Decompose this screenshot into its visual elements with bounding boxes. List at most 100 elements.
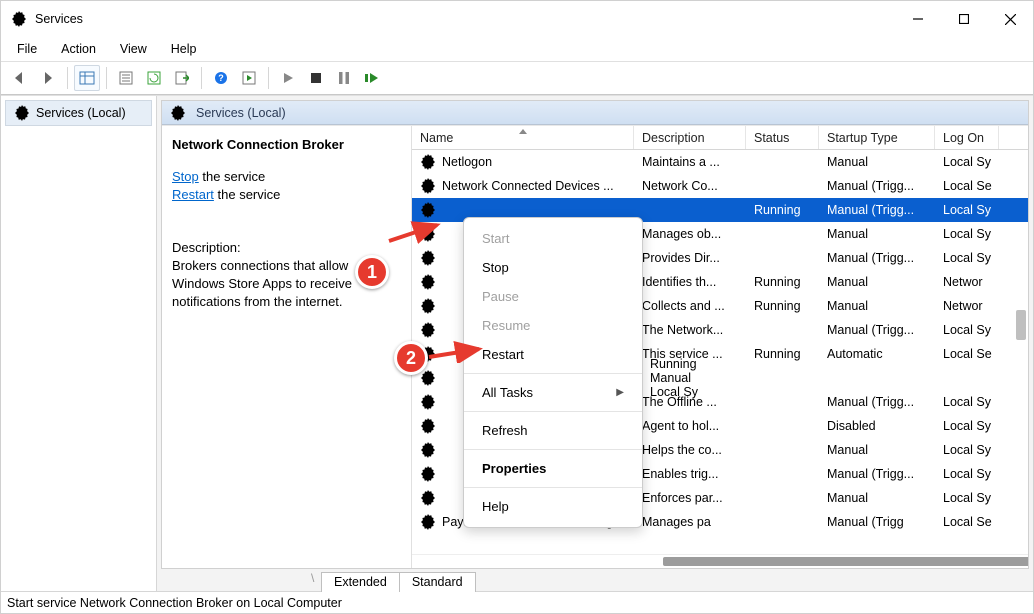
cell-desc: RunningManualLocal Sy [634,357,746,399]
cell-logon: Local Se [935,347,999,361]
properties-button[interactable] [113,65,139,91]
gear-icon [420,490,436,506]
gear-icon [420,466,436,482]
detail-panel: Network Connection Broker Stop the servi… [162,126,412,568]
restart-suffix: the service [214,187,280,202]
maximize-button[interactable] [941,1,987,37]
ctx-resume: Resume [464,311,642,340]
help-button[interactable]: ? [208,65,234,91]
table-row[interactable]: Netlogon Maintains a ... ManualLocal Sy [412,150,1028,174]
tree-root-label: Services (Local) [36,106,126,120]
action-button[interactable] [236,65,262,91]
cell-startup: Manual [819,299,935,313]
arrow-2-icon [427,339,487,363]
tab-extended[interactable]: Extended [321,572,400,592]
vertical-scrollbar[interactable] [1014,150,1028,554]
ctx-all-tasks[interactable]: All Tasks ▶ [464,378,642,407]
gear-icon [420,442,436,458]
col-startup[interactable]: Startup Type [819,126,935,149]
stop-button[interactable] [303,65,329,91]
col-status[interactable]: Status [746,126,819,149]
chevron-right-icon: ▶ [616,387,624,398]
cell-logon: Local Sy [935,155,999,169]
restart-button[interactable] [359,65,385,91]
cell-desc: Manages ob... [634,227,746,241]
services-header: Name Description Status Startup Type Log… [412,126,1028,150]
ctx-start: Start [464,224,642,253]
refresh-button[interactable] [141,65,167,91]
stop-link[interactable]: Stop [172,169,199,184]
toolbar: ? [1,61,1033,95]
cell-status: Running [642,357,715,371]
cell-status: Running [746,203,819,217]
cell-desc: Helps the co... [634,443,746,457]
cell-startup: Manual [819,227,935,241]
cell-desc: The Network... [634,323,746,337]
restart-link[interactable]: Restart [172,187,214,202]
cell-logon: Local Sy [935,491,999,505]
cell-logon: Local Sy [935,203,999,217]
scroll-thumb[interactable] [663,557,1028,566]
cell-startup: Disabled [819,419,935,433]
menu-help[interactable]: Help [161,40,207,58]
horizontal-scrollbar[interactable] [412,554,1028,568]
play-button[interactable] [275,65,301,91]
ctx-restart[interactable]: Restart [464,340,642,369]
ctx-stop[interactable]: Stop [464,253,642,282]
header-strip: Services (Local) [162,101,1028,125]
tree-root[interactable]: Services (Local) [5,100,152,126]
cell-desc: Maintains a ... [634,155,746,169]
cell-startup: Manual [819,443,935,457]
gear-icon [420,322,436,338]
tree-pane: Services (Local) [1,96,157,591]
window-title: Services [35,12,83,26]
cell-logon: Local Se [935,179,999,193]
callout-1: 1 [355,255,389,289]
ctx-refresh[interactable]: Refresh [464,416,642,445]
gear-icon [420,370,436,386]
ctx-properties[interactable]: Properties [464,454,642,483]
arrow-1-icon [387,211,447,247]
cell-status: Running [746,299,819,313]
cell-logon: Local Sy [935,323,999,337]
cell-startup: Manual [819,275,935,289]
cell-status: Running [746,347,819,361]
pause-button[interactable] [331,65,357,91]
cell-logon: Local Sy [935,419,999,433]
cell-startup: Manual [819,491,935,505]
minimize-button[interactable] [895,1,941,37]
cell-startup: Manual [819,155,935,169]
cell-name: Netlogon [442,155,492,169]
cell-status: Running [746,275,819,289]
view-detail-button[interactable] [74,65,100,91]
col-logon[interactable]: Log On [935,126,999,149]
detail-heading: Network Connection Broker [172,136,403,154]
col-name[interactable]: Name [412,126,634,149]
table-row[interactable]: Network Connected Devices ...Network Co.… [412,174,1028,198]
scroll-thumb[interactable] [1016,310,1026,340]
header-title: Services (Local) [196,106,286,120]
ctx-help[interactable]: Help [464,492,642,521]
cell-logon: Networ [935,299,999,313]
tab-standard[interactable]: Standard [399,572,476,592]
cell-startup: Manual (Trigg... [819,251,935,265]
callout-2: 2 [394,341,428,375]
stop-suffix: the service [199,169,265,184]
close-button[interactable] [987,1,1033,37]
gear-icon [420,418,436,434]
cell-desc: Manages pa [634,515,746,529]
cell-logon: Local Sy [935,227,999,241]
cell-desc: Identifies th... [634,275,746,289]
export-button[interactable] [169,65,195,91]
services-window: Services File Action View Help ? [0,0,1034,614]
gear-icon [420,154,436,170]
cell-startup: Manual (Trigg... [819,467,935,481]
nav-back-button[interactable] [7,65,33,91]
titlebar: Services [1,1,1033,37]
menu-file[interactable]: File [7,40,47,58]
menu-action[interactable]: Action [51,40,106,58]
col-desc[interactable]: Description [634,126,746,149]
nav-forward-button[interactable] [35,65,61,91]
cell-logon: Local Sy [935,251,999,265]
menu-view[interactable]: View [110,40,157,58]
